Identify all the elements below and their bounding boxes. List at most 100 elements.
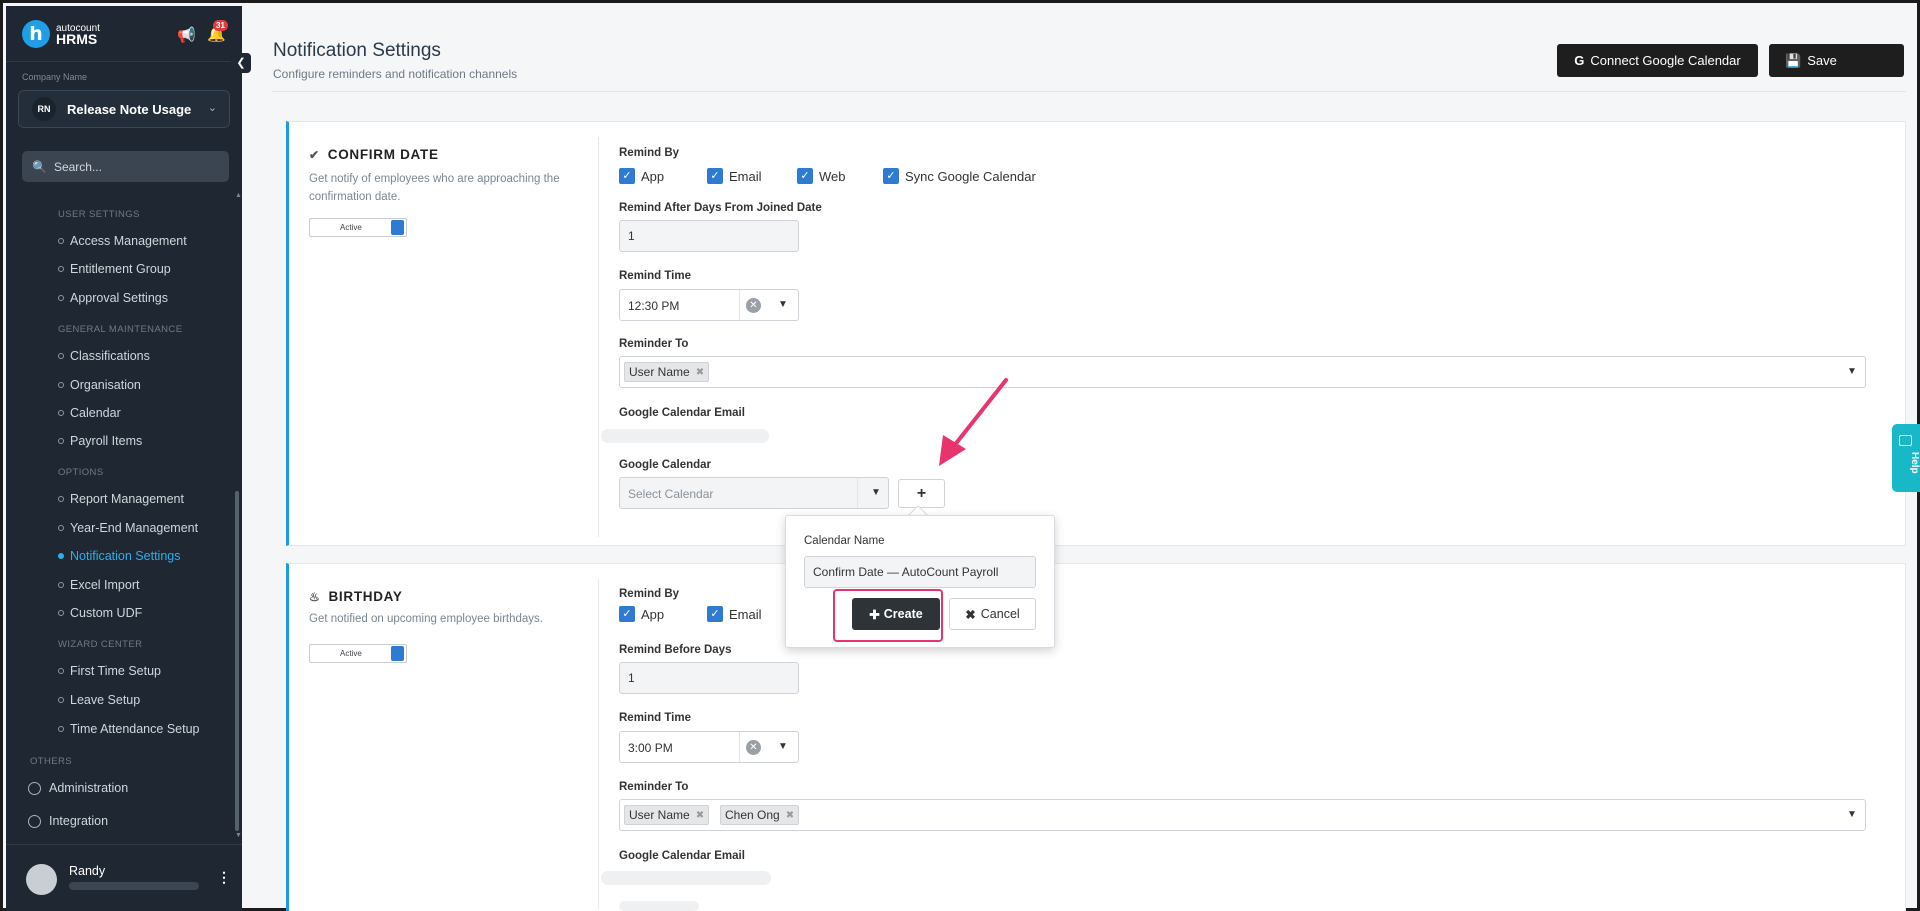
sidebar-item-approval-settings[interactable]: Approval Settings [58,291,168,305]
add-calendar-button[interactable]: + [898,479,945,508]
bullet-icon [58,668,64,674]
sidebar-item-year-end-management[interactable]: Year-End Management [58,521,198,535]
days-label: Remind Before Days [619,644,732,656]
email-checkbox[interactable]: ✓ Email [707,606,762,622]
menu-section-title: USER SETTINGS [58,209,140,220]
help-label: Help [1909,452,1920,474]
shield-icon [28,781,41,795]
gcal-label-cutoff [619,901,699,911]
link-icon [28,814,41,828]
sidebar-item-first-time-setup[interactable]: First Time Setup [58,664,161,678]
section-description: Get notify of employees who are approach… [309,173,560,203]
email-checkbox[interactable]: ✓ Email [707,168,762,184]
days-label: Remind After Days From Joined Date [619,202,822,214]
sidebar-item-label: Administration [49,781,129,795]
sidebar-item-leave-setup[interactable]: Leave Setup [58,693,140,707]
sidebar-item-label: Integration [49,814,109,828]
bullet-icon [58,295,64,301]
divider [598,579,599,909]
create-button[interactable]: ✚ Create [852,598,940,630]
menu-section-title: OPTIONS [58,467,104,478]
bullet-icon [58,697,64,703]
clear-icon[interactable]: ✕ [746,298,761,313]
logo[interactable]: h autocount HRMS [22,20,100,48]
kebab-menu-icon[interactable]: ⋮ [217,869,231,886]
section-title: ♨ BIRTHDAY [309,589,403,604]
bullet-icon [58,726,64,732]
avatar [26,864,57,895]
user-profile[interactable]: Randy ⋮ [6,844,242,911]
reminder-to-label: Reminder To [619,781,689,793]
active-toggle[interactable]: Active [309,644,407,663]
remind-days-input[interactable]: 1 [619,220,799,252]
reminder-to-select[interactable]: User Name ✖ Chen Ong ✖ ▼ [619,799,1866,831]
sidebar-scrollbar[interactable] [235,491,239,831]
sidebar-item-access-management[interactable]: Access Management [58,234,187,248]
sidebar-item-calendar[interactable]: Calendar [58,406,121,420]
sidebar-item-notification-settings[interactable]: Notification Settings [58,549,180,563]
sidebar-item-time-attendance-setup[interactable]: Time Attendance Setup [58,722,199,736]
remind-days-input[interactable]: 1 [619,662,799,694]
google-calendar-select[interactable]: Select Calendar ▼ [619,477,889,509]
menu-section-title: OTHERS [30,756,72,767]
megaphone-icon[interactable]: 📢 [177,26,196,44]
gcal-email-label: Google Calendar Email [619,850,745,862]
help-tab[interactable]: Help [1892,424,1920,492]
bullet-icon [58,382,64,388]
chat-icon [1899,435,1912,446]
app-checkbox[interactable]: ✓ App [619,606,664,622]
sidebar-item-label: Classifications [70,349,150,363]
sidebar-item-administration[interactable]: Administration [28,781,128,795]
menu-section-title: WIZARD CENTER [58,639,143,650]
reminder-to-label: Reminder To [619,338,689,350]
bullet-icon [58,553,64,559]
sidebar-item-entitlement-group[interactable]: Entitlement Group [58,262,171,276]
scroll-up-icon[interactable]: ▲ [235,192,242,199]
bullet-icon [58,238,64,244]
company-avatar: RN [32,97,56,121]
reminder-to-select[interactable]: User Name ✖ ▼ [619,356,1866,388]
company-selector[interactable]: RN Release Note Usage ⌄ [18,90,230,128]
main-content: Notification Settings Configure reminder… [242,6,1920,911]
google-icon: G [1574,53,1585,68]
cancel-button[interactable]: ✖ Cancel [949,598,1036,630]
remove-icon[interactable]: ✖ [696,367,704,378]
sidebar-item-organisation[interactable]: Organisation [58,378,141,392]
sidebar-item-label: Payroll Items [70,434,143,448]
bullet-icon [58,582,64,588]
sidebar-item-label: Entitlement Group [70,262,171,276]
sidebar-item-report-management[interactable]: Report Management [58,492,184,506]
sidebar-item-label: Access Management [70,234,187,248]
remove-icon[interactable]: ✖ [696,810,704,821]
section-description: Get notified on upcoming employee birthd… [309,613,543,625]
sidebar-item-classifications[interactable]: Classifications [58,349,150,363]
sidebar-item-custom-udf[interactable]: Custom UDF [58,606,142,620]
sidebar-item-payroll-items[interactable]: Payroll Items [58,434,142,448]
sidebar-item-integration[interactable]: Integration [28,814,108,828]
calendar-name-input[interactable]: Confirm Date — AutoCount Payroll [804,556,1036,588]
connect-google-calendar-button[interactable]: G Connect Google Calendar [1557,44,1758,77]
sidebar-item-label: Report Management [70,492,184,506]
bullet-icon [58,410,64,416]
clear-icon[interactable]: ✕ [746,740,761,755]
remind-time-select[interactable]: 3:00 PM ✕ ▼ [619,731,799,763]
remove-icon[interactable]: ✖ [786,810,794,821]
remind-time-select[interactable]: 12:30 PM ✕ ▼ [619,289,799,321]
web-checkbox[interactable]: ✓ Web [797,168,846,184]
app-checkbox[interactable]: ✓ App [619,168,664,184]
tag-user-name: User Name ✖ [624,805,710,825]
active-toggle[interactable]: Active [309,218,407,237]
birthday-card: ♨ BIRTHDAY Get notified on upcoming empl… [286,563,1906,911]
bullet-icon [58,496,64,502]
gcal-email-redacted [601,871,771,885]
scroll-down-icon[interactable]: ▼ [235,832,242,839]
sync-google-calendar-checkbox[interactable]: ✓ Sync Google Calendar [883,168,1036,184]
cake-icon: ♨ [309,589,321,604]
caret-down-icon: ▼ [778,299,788,310]
save-button[interactable]: 💾 Save [1769,44,1904,77]
save-icon: 💾 [1785,52,1802,68]
search-input[interactable]: 🔍 Search... [22,151,229,182]
sidebar-item-excel-import[interactable]: Excel Import [58,578,139,592]
company-label: Company Name [22,72,88,82]
close-icon: ✖ [965,607,976,622]
